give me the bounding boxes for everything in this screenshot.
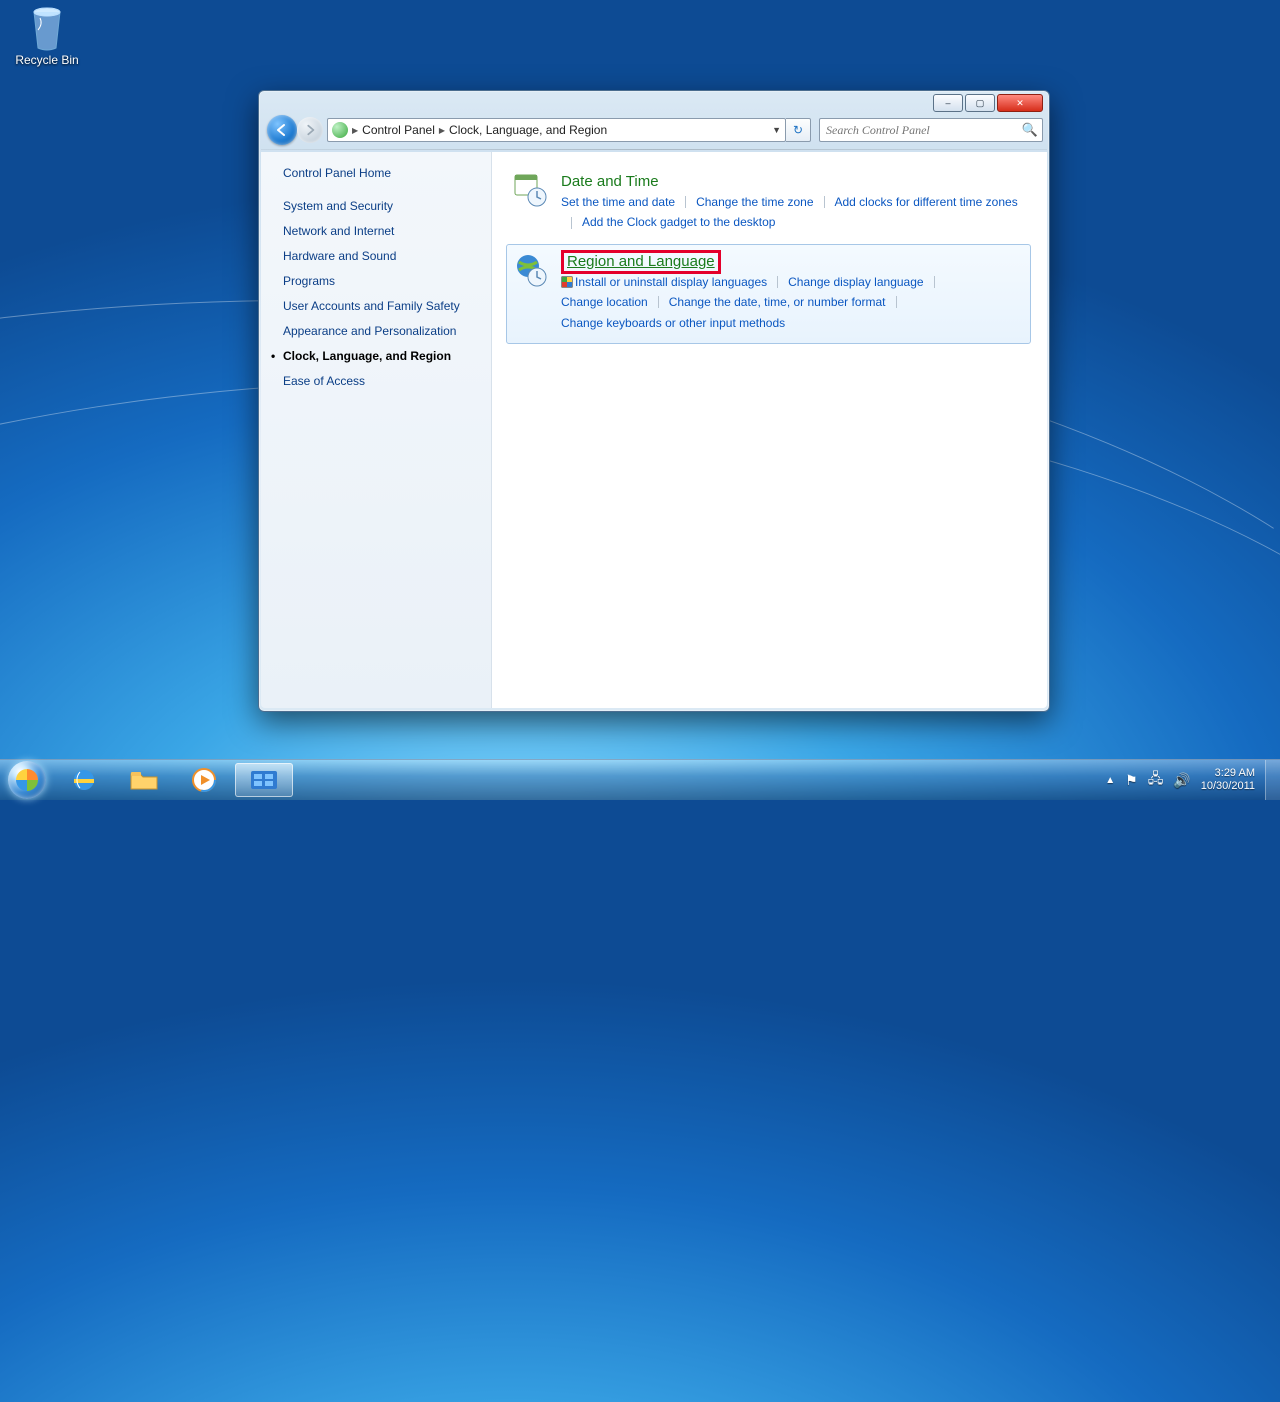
close-button[interactable]: ✕	[997, 94, 1043, 112]
refresh-button[interactable]: ↻	[786, 118, 811, 142]
breadcrumb-sep-icon: ▶	[352, 126, 358, 135]
task-change-formats[interactable]: Change the date, time, or number format	[669, 292, 886, 312]
tray-network-icon[interactable]: 🖧	[1148, 768, 1164, 792]
sidebar-item-hardware-sound[interactable]: Hardware and Sound	[283, 249, 481, 264]
tray-date: 10/30/2011	[1201, 780, 1255, 793]
search-input[interactable]	[824, 122, 1022, 139]
task-change-time-zone[interactable]: Change the time zone	[696, 192, 813, 212]
category-title: Region and Language	[561, 253, 1020, 270]
titlebar[interactable]: – ▢ ✕	[259, 91, 1049, 115]
tray-time: 3:29 AM	[1201, 767, 1255, 780]
sidebar-item-ease-of-access[interactable]: Ease of Access	[283, 374, 481, 389]
search-box[interactable]: 🔍	[819, 118, 1043, 142]
region-language-icon	[513, 253, 547, 287]
category-region-language: Region and Language Install or uninstall…	[506, 244, 1031, 344]
taskbar-media-player[interactable]	[175, 763, 233, 797]
sidebar-item-network-internet[interactable]: Network and Internet	[283, 224, 481, 239]
breadcrumb-sep-icon: ▶	[439, 126, 445, 135]
taskbar: ▲ ⚑ 🖧 🔊 3:29 AM 10/30/2011	[0, 759, 1280, 800]
control-panel-icon	[332, 122, 348, 138]
windows-orb-icon	[8, 761, 46, 799]
task-change-location[interactable]: Change location	[561, 292, 648, 312]
control-panel-window: – ▢ ✕ ▶ Control Panel ▶ Clock, Language,…	[258, 90, 1050, 712]
taskbar-control-panel[interactable]	[235, 763, 293, 797]
sidebar-item-programs[interactable]: Programs	[283, 274, 481, 289]
breadcrumb-level2[interactable]: Clock, Language, and Region	[449, 123, 607, 137]
address-dropdown-icon[interactable]: ▼	[772, 125, 781, 135]
minimize-button[interactable]: –	[933, 94, 963, 112]
sidebar: Control Panel Home System and Security N…	[261, 152, 492, 708]
breadcrumb-level1[interactable]: Control Panel	[362, 123, 435, 137]
address-bar[interactable]: ▶ Control Panel ▶ Clock, Language, and R…	[327, 118, 786, 142]
category-date-time: Date and Time Set the time and date Chan…	[506, 164, 1031, 244]
show-desktop-button[interactable]	[1265, 760, 1280, 800]
folder-icon	[129, 768, 159, 792]
uac-shield-icon	[561, 276, 573, 288]
highlight-box: Region and Language	[561, 250, 721, 274]
control-panel-taskbar-icon	[249, 768, 279, 792]
recycle-bin-icon	[25, 4, 69, 52]
taskbar-ie[interactable]	[55, 763, 113, 797]
tray-volume-icon[interactable]: 🔊	[1173, 772, 1190, 789]
sidebar-item-appearance[interactable]: Appearance and Personalization	[283, 324, 481, 339]
task-change-display-language[interactable]: Change display language	[788, 272, 923, 292]
tray-clock[interactable]: 3:29 AM 10/30/2011	[1201, 767, 1259, 792]
system-tray: ▲ ⚑ 🖧 🔊 3:29 AM 10/30/2011	[1099, 760, 1265, 800]
maximize-button[interactable]: ▢	[965, 94, 995, 112]
sidebar-item-user-accounts[interactable]: User Accounts and Family Safety	[283, 299, 481, 314]
sidebar-home[interactable]: Control Panel Home	[283, 166, 481, 181]
nav-forward-button[interactable]	[297, 117, 323, 143]
start-button[interactable]	[0, 760, 54, 800]
desktop-icon-recycle-bin[interactable]: Recycle Bin	[10, 4, 84, 67]
tray-show-hidden-icon[interactable]: ▲	[1105, 775, 1115, 786]
refresh-icon: ↻	[793, 123, 803, 137]
sidebar-item-clock-language-region[interactable]: Clock, Language, and Region	[283, 349, 481, 364]
task-set-time-date[interactable]: Set the time and date	[561, 192, 675, 212]
category-title: Date and Time	[561, 173, 1020, 190]
ie-icon	[70, 766, 98, 794]
task-change-keyboards[interactable]: Change keyboards or other input methods	[561, 313, 785, 333]
sidebar-item-system-security[interactable]: System and Security	[283, 199, 481, 214]
task-add-clocks[interactable]: Add clocks for different time zones	[835, 192, 1018, 212]
main-content: Date and Time Set the time and date Chan…	[492, 152, 1047, 708]
taskbar-explorer[interactable]	[115, 763, 173, 797]
task-add-clock-gadget[interactable]: Add the Clock gadget to the desktop	[582, 212, 775, 232]
tray-flag-icon[interactable]: ⚑	[1125, 772, 1138, 789]
media-player-icon	[190, 766, 218, 794]
date-time-icon	[513, 173, 547, 207]
nav-back-button[interactable]	[267, 115, 297, 145]
task-install-display-languages[interactable]: Install or uninstall display languages	[561, 272, 767, 292]
search-icon: 🔍	[1022, 122, 1038, 138]
desktop-icon-label: Recycle Bin	[10, 53, 84, 67]
